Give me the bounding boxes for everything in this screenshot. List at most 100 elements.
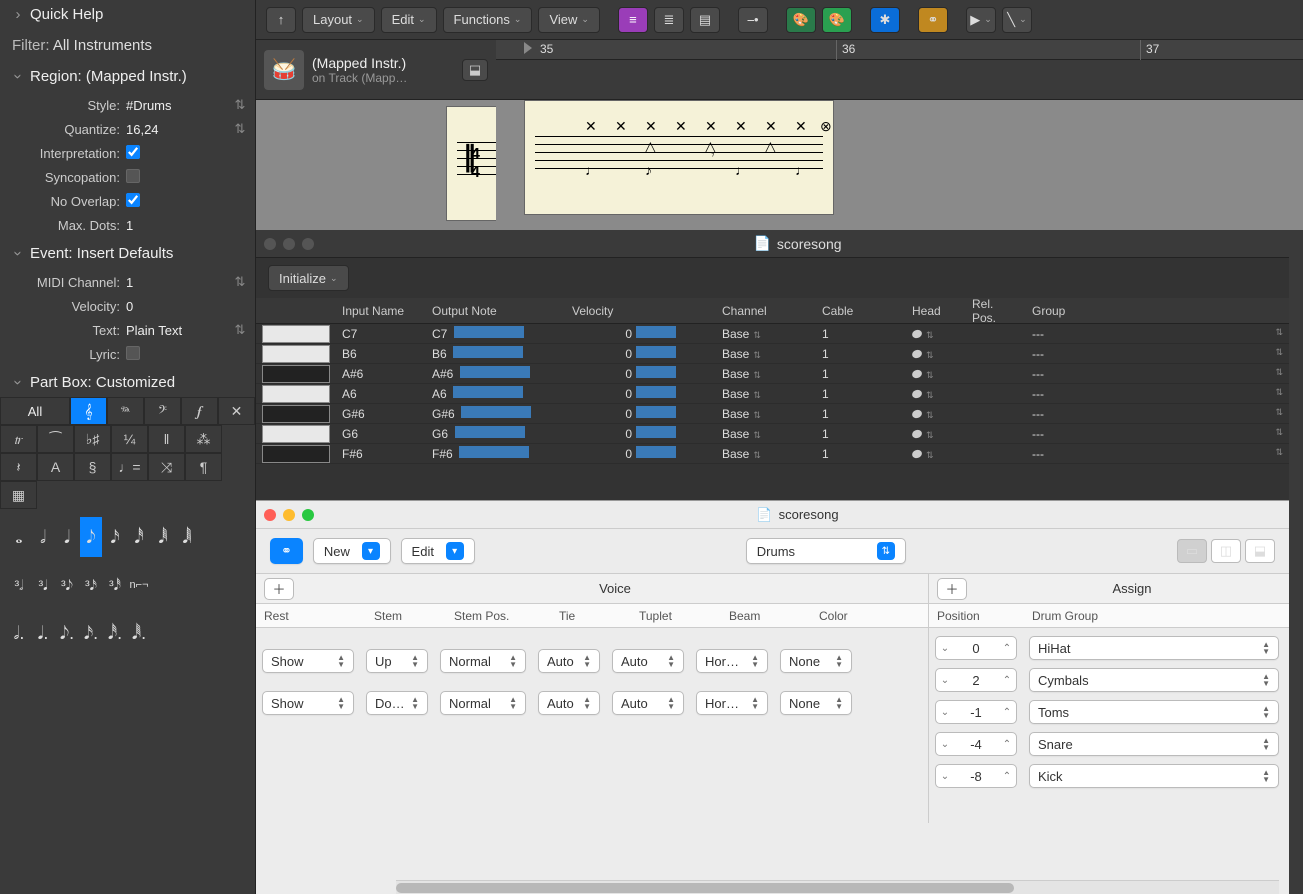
position-stepper[interactable]: ⌄-4⌃: [935, 732, 1017, 756]
col-stempos[interactable]: Stem Pos.: [446, 609, 551, 623]
thirtysecond-note-icon[interactable]: 𝅘𝅥𝅰: [128, 517, 150, 557]
midi-in-button[interactable]: ⎯•: [738, 7, 768, 33]
group-cell[interactable]: ---⇅: [1026, 387, 1289, 401]
close-window-icon[interactable]: [264, 238, 276, 250]
output-note-cell[interactable]: G#6: [426, 406, 566, 421]
voice-select[interactable]: Auto▲▼: [612, 691, 684, 715]
mapping-row[interactable]: F#6F#6 0Base⇅1⇅---⇅: [256, 444, 1289, 464]
triplet-eighth-icon[interactable]: ³𝅘𝅥𝅮: [56, 565, 78, 605]
position-stepper[interactable]: ⌄2⌃: [935, 668, 1017, 692]
text-category-icon[interactable]: A: [37, 453, 74, 481]
col-color[interactable]: Color: [811, 609, 901, 623]
position-stepper[interactable]: ⌄0⌃: [935, 636, 1017, 660]
head-cell[interactable]: ⇅: [906, 367, 966, 381]
stepper-icon[interactable]: ⇅: [233, 322, 247, 338]
linear-view-button[interactable]: ≡: [618, 7, 648, 33]
velocity-cell[interactable]: 0: [566, 326, 716, 341]
view-menu[interactable]: View⌄: [538, 7, 600, 33]
group-cell[interactable]: ---⇅: [1026, 347, 1289, 361]
channel-cell[interactable]: Base⇅: [716, 407, 816, 421]
pencil-tool-button[interactable]: ╲⌄: [1002, 7, 1032, 33]
track-header[interactable]: 🥁 (Mapped Instr.) on Track (Mapp… ⬓: [256, 40, 496, 99]
mapping-titlebar[interactable]: 📄scoresong: [256, 230, 1289, 258]
grid-category-icon[interactable]: ▦: [0, 481, 37, 509]
partbox-header[interactable]: › Part Box: Customized: [0, 368, 255, 397]
voice-select[interactable]: Auto▲▼: [538, 649, 600, 673]
zoom-window-icon[interactable]: [302, 509, 314, 521]
track-import-button[interactable]: ⬓: [462, 59, 488, 81]
score-canvas[interactable]: ✕ ♩ ✕ ✕ △ ♪ ✕ ✕ △ 𝄾 ✕ ♩ ✕ △ ✕: [496, 100, 1303, 230]
pedal-category-icon[interactable]: 𝆮: [107, 397, 144, 425]
initialize-menu[interactable]: Initialize⌄: [268, 265, 349, 291]
cable-cell[interactable]: 1: [816, 427, 906, 441]
score-region[interactable]: ✕ ♩ ✕ ✕ △ ♪ ✕ ✕ △ 𝄾 ✕ ♩ ✕ △ ✕: [524, 100, 834, 215]
mapping-row[interactable]: G#6G#6 0Base⇅1⇅---⇅: [256, 404, 1289, 424]
velocity-cell[interactable]: 0: [566, 426, 716, 441]
sixteenth-note-icon[interactable]: 𝅘𝅥𝅯: [104, 517, 126, 557]
note-128-icon[interactable]: 𝅘𝅥𝅲: [176, 517, 198, 557]
dotted-half-icon[interactable]: 𝅗𝅥.: [8, 613, 30, 653]
velocity-cell[interactable]: 0: [566, 406, 716, 421]
interpretation-checkbox[interactable]: [126, 145, 140, 159]
output-note-cell[interactable]: G6: [426, 426, 566, 441]
col-position[interactable]: Position: [929, 609, 1024, 623]
paragraph-category-icon[interactable]: ¶: [185, 453, 222, 481]
col-channel[interactable]: Channel: [716, 304, 816, 318]
pointer-tool-button[interactable]: ▶⌄: [966, 7, 996, 33]
velocity-cell[interactable]: 0: [566, 366, 716, 381]
input-name-cell[interactable]: B6: [336, 347, 426, 361]
col-cable[interactable]: Cable: [816, 304, 906, 318]
quarter-note-icon[interactable]: 𝅘𝅥: [56, 517, 78, 557]
bass-clef-icon[interactable]: 𝄢: [144, 397, 181, 425]
input-name-cell[interactable]: G#6: [336, 407, 426, 421]
group-cell[interactable]: ---⇅: [1026, 367, 1289, 381]
head-cell[interactable]: ⇅: [906, 427, 966, 441]
voice-select[interactable]: Hor…▲▼: [696, 649, 768, 673]
output-note-cell[interactable]: C7: [426, 326, 566, 341]
drumgroup-select[interactable]: HiHat▲▼: [1029, 636, 1279, 660]
group-cell[interactable]: ---⇅: [1026, 407, 1289, 421]
triplet-32-icon[interactable]: ³𝅘𝅥𝅰: [104, 565, 126, 605]
eighth-note-icon[interactable]: 𝅘𝅥𝅮: [80, 517, 102, 557]
functions-menu[interactable]: Functions⌄: [443, 7, 533, 33]
channel-cell[interactable]: Base⇅: [716, 367, 816, 381]
ntuplet-icon[interactable]: n⌐¬: [128, 565, 150, 605]
explode-button[interactable]: ✱: [870, 7, 900, 33]
piano-key-icon[interactable]: [262, 385, 330, 403]
stepper-icon[interactable]: ⇅: [233, 97, 247, 113]
ornament-category-icon[interactable]: 𝆖: [0, 425, 37, 453]
group-cell[interactable]: ---⇅: [1026, 427, 1289, 441]
filter-row[interactable]: Filter: All Instruments: [0, 29, 255, 62]
color-mode-1-button[interactable]: 🎨: [786, 7, 816, 33]
piano-key-icon[interactable]: [262, 405, 330, 423]
scrollbar-thumb[interactable]: [396, 883, 1014, 893]
channel-cell[interactable]: Base⇅: [716, 327, 816, 341]
drumgroup-select[interactable]: Snare▲▼: [1029, 732, 1279, 756]
col-beam[interactable]: Beam: [721, 609, 811, 623]
add-voice-button[interactable]: ＋: [264, 578, 294, 600]
col-output-note[interactable]: Output Note: [426, 304, 566, 318]
voice-select[interactable]: None▲▼: [780, 649, 852, 673]
accidental-category-icon[interactable]: ♭♯: [74, 425, 111, 453]
piano-key-icon[interactable]: [262, 445, 330, 463]
mapping-row[interactable]: G6G6 0Base⇅1⇅---⇅: [256, 424, 1289, 444]
up-arrow-button[interactable]: ↑: [266, 7, 296, 33]
input-name-cell[interactable]: G6: [336, 427, 426, 441]
col-input-name[interactable]: Input Name: [336, 304, 426, 318]
input-name-cell[interactable]: A6: [336, 387, 426, 401]
input-name-cell[interactable]: A#6: [336, 367, 426, 381]
dotted-64-icon[interactable]: 𝅘𝅥𝅱.: [128, 613, 150, 653]
piano-key-icon[interactable]: [262, 425, 330, 443]
velocity-value[interactable]: 0: [126, 299, 247, 314]
group-cell[interactable]: ---⇅: [1026, 327, 1289, 341]
zoom-window-icon[interactable]: [302, 238, 314, 250]
minimize-window-icon[interactable]: [283, 509, 295, 521]
position-stepper[interactable]: ⌄-8⌃: [935, 764, 1017, 788]
voice-select[interactable]: Normal▲▼: [440, 691, 526, 715]
head-cell[interactable]: ⇅: [906, 447, 966, 461]
velocity-cell[interactable]: 0: [566, 446, 716, 461]
layout-menu[interactable]: Layout⌄: [302, 7, 375, 33]
nooverlap-checkbox[interactable]: [126, 193, 140, 207]
syncopation-checkbox[interactable]: [126, 169, 140, 183]
output-note-cell[interactable]: A#6: [426, 366, 566, 381]
